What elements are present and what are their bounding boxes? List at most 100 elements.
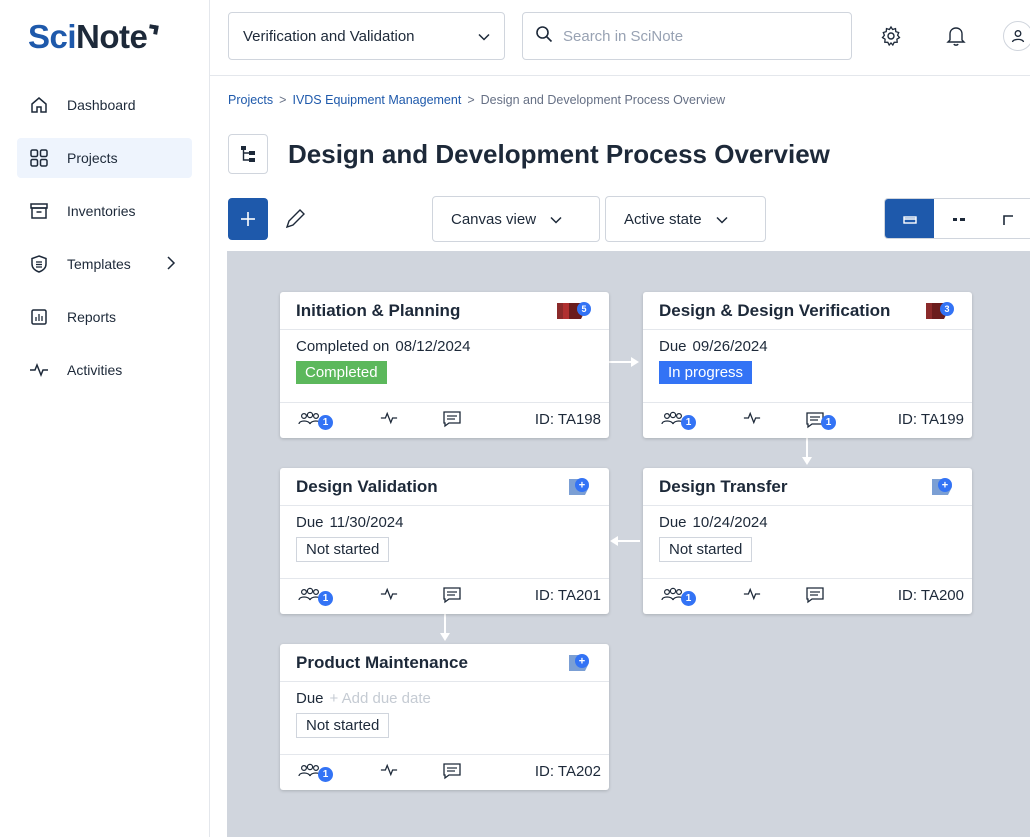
task-card-product-maintenance[interactable]: Product Maintenance + Due + Add due date …	[280, 644, 609, 790]
due-date: Completed on 08/12/2024	[296, 338, 471, 355]
workflow-canvas[interactable]: Initiation & Planning 5 Completed on 08/1…	[227, 251, 1030, 837]
task-title[interactable]: Design & Design Verification	[659, 301, 890, 321]
members-icon[interactable]: 1	[661, 409, 696, 430]
avatar[interactable]	[1003, 21, 1030, 51]
comments-icon[interactable]	[442, 585, 462, 605]
scinote-logo[interactable]: SciNote	[28, 18, 160, 56]
cards-icon	[902, 215, 917, 224]
sidebar-item-dashboard[interactable]: Dashboard	[17, 85, 192, 125]
state-select[interactable]: Active state	[605, 196, 766, 242]
status-badge[interactable]: Not started	[296, 537, 390, 562]
activity-icon[interactable]	[380, 409, 398, 427]
task-id: ID: TA201	[534, 587, 601, 604]
pencil-icon	[285, 209, 305, 229]
task-title[interactable]: Design Validation	[296, 477, 438, 497]
sidebar-item-label: Templates	[67, 256, 131, 272]
due-date: Due 11/30/2024	[296, 514, 404, 531]
cards-view-button[interactable]	[885, 199, 935, 238]
view-select-value: Canvas view	[451, 210, 537, 228]
task-card-design-verification[interactable]: Design & Design Verification 3 Due 09/26/…	[643, 292, 972, 438]
chevron-right-icon: >	[279, 93, 287, 107]
archive-icon	[29, 201, 49, 221]
members-count: 1	[318, 415, 333, 430]
breadcrumb-project[interactable]: IVDS Equipment Management	[292, 93, 461, 107]
connector-arrow-right	[609, 357, 639, 367]
comments-icon[interactable]	[442, 761, 462, 781]
chevron-down-icon	[550, 211, 562, 228]
due-date: Due 10/24/2024	[659, 514, 768, 531]
report-icon	[29, 307, 49, 327]
members-icon[interactable]: 1	[661, 585, 696, 606]
members-icon[interactable]: 1	[298, 761, 333, 782]
task-card-design-transfer[interactable]: Design Transfer + Due 10/24/2024 Not star…	[643, 468, 972, 614]
status-badge[interactable]: Completed	[296, 361, 387, 384]
sidebar-item-label: Projects	[67, 150, 118, 166]
task-title[interactable]: Product Maintenance	[296, 653, 468, 673]
search-input[interactable]	[563, 27, 823, 45]
task-id: ID: TA199	[897, 411, 964, 428]
comments-icon[interactable]: 1	[805, 409, 836, 430]
list-view-button[interactable]	[934, 199, 983, 238]
tag-add-icon[interactable]: +	[567, 477, 593, 497]
tag-add-icon[interactable]: +	[930, 477, 956, 497]
tag-icon[interactable]: 5	[557, 301, 593, 321]
sidebar-item-templates[interactable]: Templates	[17, 244, 192, 284]
status-badge[interactable]: Not started	[296, 713, 390, 738]
activity-icon[interactable]	[380, 761, 398, 779]
sidebar-item-inventories[interactable]: Inventories	[17, 191, 192, 231]
task-title[interactable]: Design Transfer	[659, 477, 788, 497]
sidebar-nav: Dashboard Projects Inventories Templates	[17, 85, 192, 403]
shield-icon	[29, 254, 49, 274]
sidebar: SciNote Dashboard Projects Inventories T…	[0, 0, 210, 837]
bell-icon[interactable]	[944, 24, 968, 48]
connector-arrow-left	[610, 536, 640, 546]
sidebar-item-reports[interactable]: Reports	[17, 297, 192, 337]
topbar: Verification and Validation	[210, 0, 1030, 76]
tag-icon[interactable]: 3	[926, 301, 956, 321]
add-due-date-link[interactable]: + Add due date	[330, 690, 431, 707]
members-icon[interactable]: 1	[298, 585, 333, 606]
task-id: ID: TA202	[534, 763, 601, 780]
due-date: Due 09/26/2024	[659, 338, 768, 355]
search-icon	[535, 25, 553, 48]
sidebar-item-label: Reports	[67, 309, 117, 325]
task-id: ID: TA198	[534, 411, 601, 428]
page-title: Design and Development Process Overview	[288, 138, 830, 169]
sidebar-item-projects[interactable]: Projects	[17, 138, 192, 178]
tag-add-icon[interactable]: +	[567, 653, 593, 673]
activity-icon[interactable]	[743, 585, 761, 603]
breadcrumb-current: Design and Development Process Overview	[480, 93, 726, 107]
list-icon	[952, 217, 965, 221]
settings-icon[interactable]	[879, 24, 903, 48]
connector-arrow-down	[802, 437, 812, 465]
breadcrumb-projects[interactable]: Projects	[228, 93, 273, 107]
due-date: Due + Add due date	[296, 690, 431, 707]
title-row: Design and Development Process Overview	[228, 134, 830, 174]
status-badge[interactable]: Not started	[659, 537, 753, 562]
structure-button[interactable]	[228, 134, 268, 174]
search-box[interactable]	[522, 12, 852, 60]
task-title[interactable]: Initiation & Planning	[296, 301, 460, 321]
add-task-button[interactable]	[228, 198, 268, 240]
breadcrumb: Projects > IVDS Equipment Management > D…	[228, 93, 725, 107]
comments-icon[interactable]	[442, 409, 462, 429]
task-card-design-validation[interactable]: Design Validation + Due 11/30/2024 Not st…	[280, 468, 609, 614]
view-mode-toggle	[884, 198, 1030, 239]
pulse-icon	[29, 360, 49, 380]
sidebar-item-activities[interactable]: Activities	[17, 350, 192, 390]
table-view-button[interactable]	[984, 199, 1030, 238]
corner-icon	[1003, 214, 1014, 225]
members-count: 1	[318, 767, 333, 782]
activity-icon[interactable]	[380, 585, 398, 603]
chevron-right-icon	[166, 255, 176, 273]
members-count: 1	[681, 415, 696, 430]
chevron-right-icon: >	[467, 93, 475, 107]
task-card-initiation-planning[interactable]: Initiation & Planning 5 Completed on 08/1…	[280, 292, 609, 438]
members-icon[interactable]: 1	[298, 409, 333, 430]
status-badge[interactable]: In progress	[659, 361, 753, 384]
view-select[interactable]: Canvas view	[432, 196, 600, 242]
edit-button[interactable]	[283, 207, 307, 231]
team-select[interactable]: Verification and Validation	[228, 12, 505, 60]
activity-icon[interactable]	[743, 409, 761, 427]
comments-icon[interactable]	[805, 585, 825, 605]
